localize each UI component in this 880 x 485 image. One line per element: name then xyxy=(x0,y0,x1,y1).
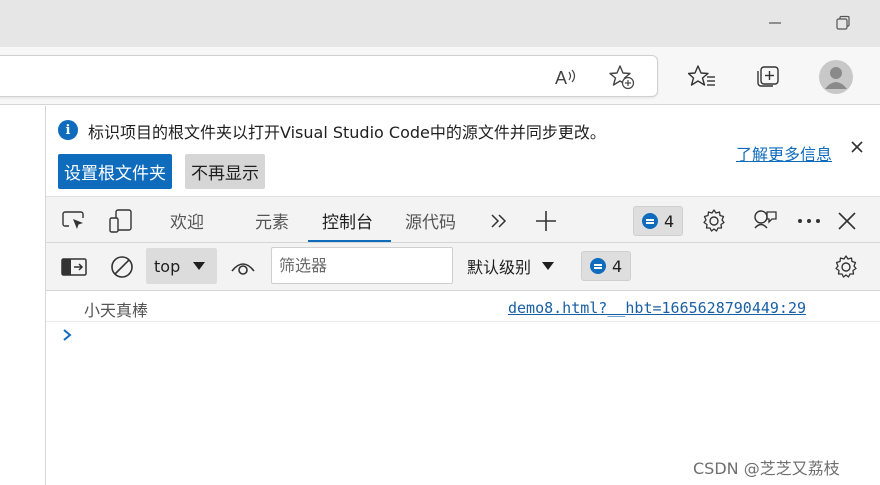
browser-toolbar: A xyxy=(0,47,880,105)
devtools-panel: i 标识项目的根文件夹以打开Visual Studio Code中的源文件并同步… xyxy=(45,106,880,485)
live-expression-button[interactable] xyxy=(230,255,256,279)
feedback-icon xyxy=(754,210,777,229)
message-bubble-icon xyxy=(590,258,606,274)
device-emulation-icon xyxy=(109,209,132,233)
inspect-element-button[interactable] xyxy=(60,208,88,234)
info-message: 标识项目的根文件夹以打开Visual Studio Code中的源文件并同步更改… xyxy=(88,123,606,142)
sidebar-toggle-icon xyxy=(61,258,87,276)
issues-count: 4 xyxy=(664,211,675,231)
favorites-icon xyxy=(688,65,715,86)
active-tab-indicator xyxy=(308,240,391,242)
gear-icon xyxy=(835,255,857,278)
devtools-tab-bar: 欢迎 元素 控制台 源代码 4 xyxy=(46,196,880,243)
ellipsis-icon xyxy=(798,219,820,223)
add-favorite-button[interactable] xyxy=(606,63,638,91)
settings-button[interactable] xyxy=(700,207,728,235)
log-message: 小天真棒 xyxy=(84,301,149,320)
tab-sources[interactable]: 源代码 xyxy=(405,197,456,243)
infobar-close-button[interactable] xyxy=(850,140,864,154)
add-tool-button[interactable] xyxy=(533,208,559,234)
tab-console[interactable]: 控制台 xyxy=(322,197,373,243)
close-icon xyxy=(838,212,856,230)
issues-badge[interactable]: 4 xyxy=(633,206,684,236)
plus-icon xyxy=(536,211,556,231)
read-aloud-button[interactable]: A xyxy=(552,64,582,90)
device-emulation-button[interactable] xyxy=(107,207,135,235)
inspect-icon xyxy=(62,211,84,229)
set-root-folder-button[interactable]: 设置根文件夹 xyxy=(58,154,172,189)
more-options-button[interactable] xyxy=(795,209,823,233)
console-issues-count: 4 xyxy=(612,256,623,276)
tab-elements[interactable]: 元素 xyxy=(255,197,289,243)
profile-icon xyxy=(819,60,853,94)
chevron-double-right-icon xyxy=(491,214,507,228)
window-title-bar xyxy=(0,0,880,47)
watermark: CSDN @芝芝又荔枝 xyxy=(693,459,840,478)
eye-icon xyxy=(231,263,255,275)
context-selector[interactable]: top xyxy=(146,248,217,284)
filter-input[interactable] xyxy=(271,247,453,284)
favorites-button[interactable] xyxy=(686,61,718,91)
gear-icon xyxy=(703,209,725,232)
clear-console-button[interactable] xyxy=(109,254,135,280)
console-settings-button[interactable] xyxy=(832,253,860,281)
clear-icon xyxy=(111,256,133,278)
toggle-sidebar-button[interactable] xyxy=(60,255,88,279)
info-icon: i xyxy=(58,120,78,140)
console-toolbar: top 默认级别 4 xyxy=(46,243,880,291)
minimize-icon xyxy=(769,22,781,24)
tab-welcome[interactable]: 欢迎 xyxy=(170,197,204,243)
svg-text:A: A xyxy=(555,68,567,88)
close-devtools-button[interactable] xyxy=(835,209,859,233)
read-aloud-icon: A xyxy=(555,68,576,88)
console-prompt[interactable] xyxy=(62,328,72,342)
vscode-info-bar: i 标识项目的根文件夹以打开Visual Studio Code中的源文件并同步… xyxy=(46,106,880,196)
feedback-button[interactable] xyxy=(751,207,779,235)
profile-button[interactable] xyxy=(818,59,854,95)
console-issues-badge[interactable]: 4 xyxy=(581,251,632,281)
log-level-value: 默认级别 xyxy=(467,258,532,277)
minimize-button[interactable] xyxy=(760,10,790,36)
collections-button[interactable] xyxy=(752,61,784,91)
restore-button[interactable] xyxy=(828,10,858,36)
add-favorite-icon xyxy=(609,65,635,90)
learn-more-link[interactable]: 了解更多信息 xyxy=(736,141,832,165)
message-bubble-icon xyxy=(642,213,658,229)
caret-down-icon xyxy=(542,262,555,270)
dont-show-again-button[interactable]: 不再显示 xyxy=(185,154,265,189)
address-bar[interactable]: A xyxy=(0,55,658,97)
more-tabs-button[interactable] xyxy=(487,209,511,233)
close-icon xyxy=(851,141,863,153)
chevron-right-icon xyxy=(63,329,72,341)
log-source-link[interactable]: demo8.html?__hbt=1665628790449:29 xyxy=(508,299,806,317)
log-level-selector[interactable]: 默认级别 xyxy=(467,248,555,284)
collections-icon xyxy=(757,66,779,87)
restore-icon xyxy=(836,15,850,30)
console-log-row: 小天真棒 demo8.html?__hbt=1665628790449:29 xyxy=(46,292,880,322)
caret-down-icon xyxy=(193,262,206,270)
context-value: top xyxy=(154,256,181,276)
